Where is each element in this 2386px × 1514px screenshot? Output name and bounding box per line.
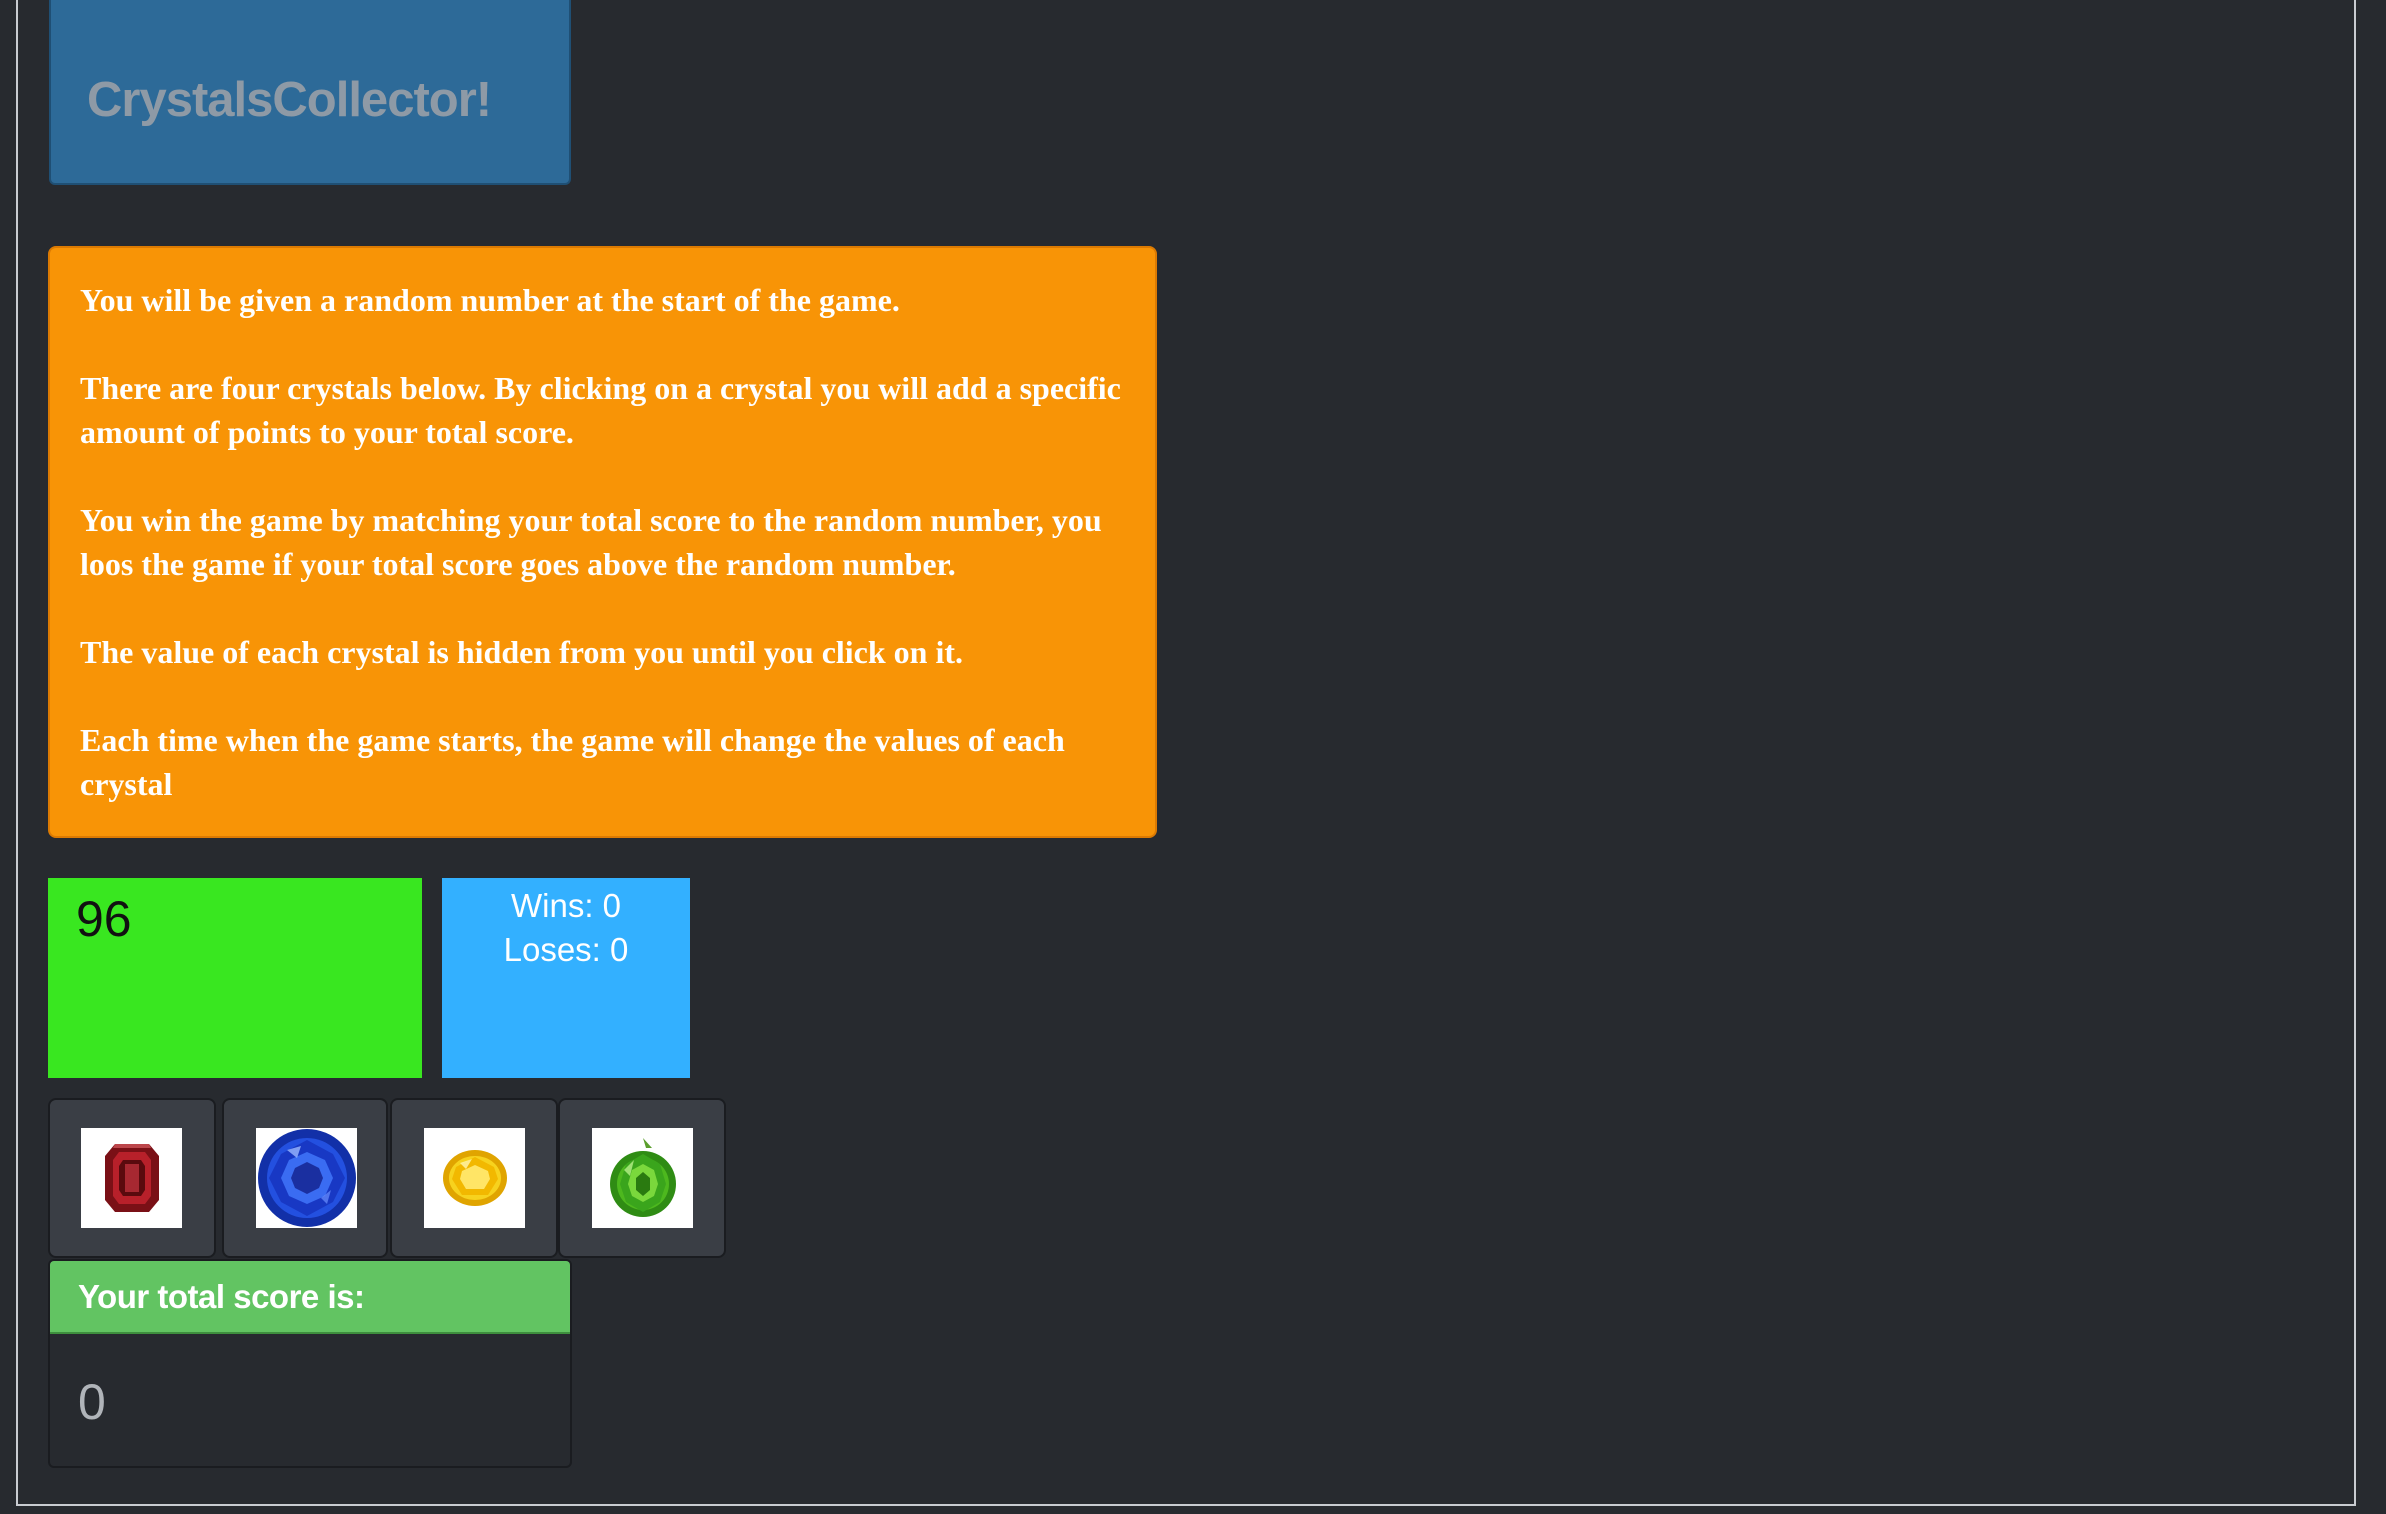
win-loss-panel: Wins: 0 Loses: 0 (442, 878, 690, 1078)
random-number: 96 (76, 891, 132, 947)
crystal-button-yellow[interactable] (390, 1098, 558, 1258)
rule-text: The value of each crystal is hidden from… (80, 634, 964, 670)
crystal-image (81, 1128, 182, 1228)
random-number-panel: 96 (48, 878, 422, 1078)
rule-text: There are four crystals below. By clicki… (80, 370, 1121, 450)
crystal-image (592, 1128, 693, 1228)
losses-counter: Loses: 0 (503, 931, 629, 968)
crystal-button-blue[interactable] (222, 1098, 388, 1258)
wins-counter: Wins: 0 (510, 887, 622, 924)
rule-text: You will be given a random number at the… (80, 282, 900, 318)
red-crystal-icon (104, 1144, 159, 1212)
yellow-crystal-icon (442, 1150, 507, 1206)
total-score-panel: Your total score is: 0 (48, 1259, 572, 1468)
rule-text: You win the game by matching your total … (80, 502, 1102, 582)
game-title: CrystalsCollector! (87, 73, 492, 127)
rules-panel: You will be given a random number at the… (48, 246, 1157, 838)
rule-text: Each time when the game starts, the game… (80, 722, 1065, 802)
crystal-image (424, 1128, 525, 1228)
blue-crystal-icon (257, 1129, 356, 1227)
total-score-label: Your total score is: (50, 1261, 570, 1334)
title-panel: CrystalsCollector! (49, 0, 571, 185)
total-score-value: 0 (78, 1374, 106, 1430)
green-crystal-icon (609, 1138, 676, 1217)
crystal-button-red[interactable] (48, 1098, 216, 1258)
crystal-image (256, 1128, 357, 1228)
crystal-button-green[interactable] (558, 1098, 726, 1258)
